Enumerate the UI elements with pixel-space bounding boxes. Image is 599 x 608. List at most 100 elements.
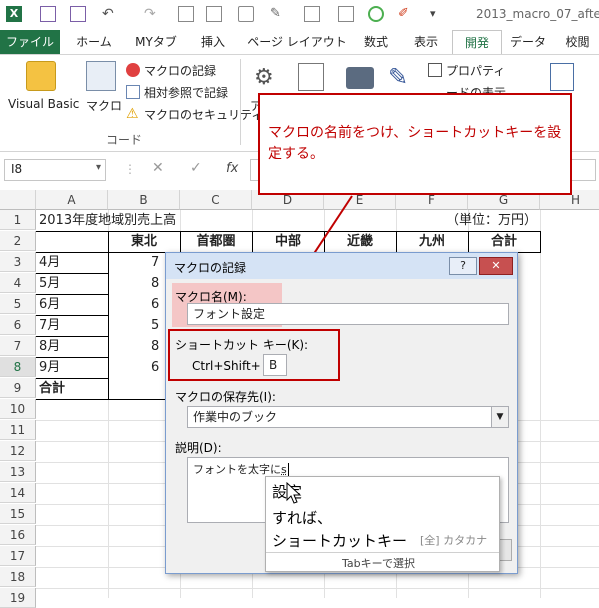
callout-text: マクロの名前をつけ、ショートカットキーを設定する。 <box>268 123 564 165</box>
customize-qat-icon[interactable]: ▾ <box>430 6 446 22</box>
name-box[interactable]: I8 ▾ <box>4 159 106 181</box>
value-cell: 6 <box>148 357 166 378</box>
header-cell: 合計 <box>468 231 540 252</box>
preview-icon[interactable] <box>238 6 254 22</box>
macro-button[interactable]: マクロ <box>86 97 122 114</box>
tab-home[interactable]: ホーム <box>66 30 122 54</box>
header-cell: 東北 <box>108 231 180 252</box>
select-all[interactable] <box>0 190 36 210</box>
name-box-dropdown-icon[interactable]: ▾ <box>96 162 101 173</box>
column-header[interactable]: B <box>108 190 180 210</box>
ctrl-shift-label: Ctrl+Shift+ <box>192 359 261 373</box>
ime-candidate[interactable]: すれば、 <box>272 507 332 528</box>
tab-review[interactable]: 校閲 <box>556 30 599 54</box>
tab-data[interactable]: データ <box>508 30 548 54</box>
row-header[interactable]: 15 <box>0 504 36 524</box>
toolbox-icon <box>346 67 374 89</box>
chevron-down-icon[interactable]: ▼ <box>491 407 508 427</box>
row-header[interactable]: 16 <box>0 525 36 545</box>
row-header[interactable]: 13 <box>0 462 36 482</box>
column-header[interactable]: A <box>36 190 108 210</box>
dots-icon: ⋮ <box>124 162 136 176</box>
cancel-icon[interactable]: ✕ <box>152 160 164 176</box>
row-header-active[interactable]: 8 <box>0 357 36 377</box>
description-label: 説明(D): <box>175 439 222 456</box>
row-header[interactable]: 5 <box>0 294 36 314</box>
tab-developer[interactable]: 開発 <box>452 30 502 54</box>
row-header[interactable]: 7 <box>0 336 36 356</box>
save-as-icon[interactable] <box>70 6 86 22</box>
properties-icon <box>428 63 442 77</box>
record-macro-button[interactable]: マクロの記録 <box>144 62 216 79</box>
unit-label: （単位：万円） <box>420 210 540 231</box>
ime-candidate[interactable]: ショートカットキー <box>272 530 407 551</box>
month-cell: 4月 <box>36 252 108 273</box>
macro-name-input[interactable]: フォント設定 <box>187 303 509 325</box>
value-cell: 6 <box>148 294 166 315</box>
column-header[interactable]: C <box>180 190 252 210</box>
clipboard-icon[interactable] <box>304 6 320 22</box>
header-cell: 首都圏 <box>180 231 252 252</box>
row-header[interactable]: 19 <box>0 588 36 608</box>
shortcut-key-input[interactable]: B <box>263 354 287 376</box>
record-icon <box>126 63 140 77</box>
row-header[interactable]: 2 <box>0 231 36 251</box>
relative-ref-icon <box>126 85 140 99</box>
ime-hint: [全] カタカナ <box>420 532 487 548</box>
help-button[interactable]: ? <box>449 257 477 275</box>
row-header[interactable]: 12 <box>0 441 36 461</box>
tab-formulas[interactable]: 数式 <box>356 30 396 54</box>
excel-icon: X <box>6 6 22 22</box>
macro-security-button[interactable]: マクロのセキュリティ <box>144 106 263 123</box>
row-header[interactable]: 3 <box>0 252 36 272</box>
row-header[interactable]: 9 <box>0 378 36 398</box>
format-painter-icon[interactable]: ✎ <box>270 6 286 22</box>
gridline <box>36 588 599 589</box>
properties-button[interactable]: プロパティ <box>446 62 505 79</box>
save-icon[interactable] <box>40 6 56 22</box>
enter-icon[interactable]: ✓ <box>190 160 202 176</box>
row-header[interactable]: 11 <box>0 420 36 440</box>
ribbon-tabs: ファイル ホーム MYタブ 挿入 ページ レイアウト 数式 表示 開発 データ … <box>0 30 599 54</box>
row-header[interactable]: 1 <box>0 210 36 230</box>
document-icon[interactable] <box>178 6 194 22</box>
store-in-select[interactable]: 作業中のブック ▼ <box>187 406 509 428</box>
close-icon[interactable]: ✕ <box>479 257 513 275</box>
group-divider <box>240 59 241 145</box>
tab-page-layout[interactable]: ページ レイアウト <box>244 30 350 54</box>
value-cell: 8 <box>148 273 166 294</box>
gridline <box>540 210 541 598</box>
redo-icon[interactable]: ↷ <box>144 6 160 22</box>
group-code-label: コード <box>106 131 142 148</box>
circle-icon[interactable] <box>368 6 384 22</box>
row-header[interactable]: 18 <box>0 567 36 587</box>
design-mode-icon: ✎ <box>388 63 416 91</box>
relative-ref-button[interactable]: 相対参照で記録 <box>144 84 228 101</box>
row-header[interactable]: 10 <box>0 399 36 419</box>
tab-file[interactable]: ファイル <box>0 30 60 54</box>
visual-basic-button[interactable]: Visual Basic <box>8 97 79 111</box>
name-box-value: I8 <box>11 162 22 176</box>
row-header[interactable]: 4 <box>0 273 36 293</box>
row-header[interactable]: 14 <box>0 483 36 503</box>
dialog-title-bar[interactable]: マクロの記録 ? ✕ <box>166 253 517 279</box>
table-border <box>540 231 541 252</box>
row-header[interactable]: 6 <box>0 315 36 335</box>
value-cell: 7 <box>148 252 166 273</box>
mouse-pointer-icon <box>286 482 304 506</box>
print-icon[interactable] <box>206 6 222 22</box>
macro-icon <box>86 61 116 91</box>
source-icon <box>550 63 574 91</box>
pen-icon[interactable]: ✐ <box>398 6 414 22</box>
tab-insert[interactable]: 挿入 <box>190 30 236 54</box>
quick-access-toolbar: X ↶ ↷ ✎ ✐ ▾ 2013_macro_07_afte <box>0 0 599 30</box>
tab-view[interactable]: 表示 <box>404 30 448 54</box>
row-header[interactable]: 17 <box>0 546 36 566</box>
table-icon[interactable] <box>338 6 354 22</box>
document-title: 2013_macro_07_afte <box>476 7 599 21</box>
total-cell: 合計 <box>36 378 108 399</box>
undo-icon[interactable]: ↶ <box>102 6 118 22</box>
insert-function-icon[interactable]: fx <box>226 161 238 176</box>
tab-mytab[interactable]: MYタブ <box>128 30 184 54</box>
header-cell: 中部 <box>252 231 324 252</box>
